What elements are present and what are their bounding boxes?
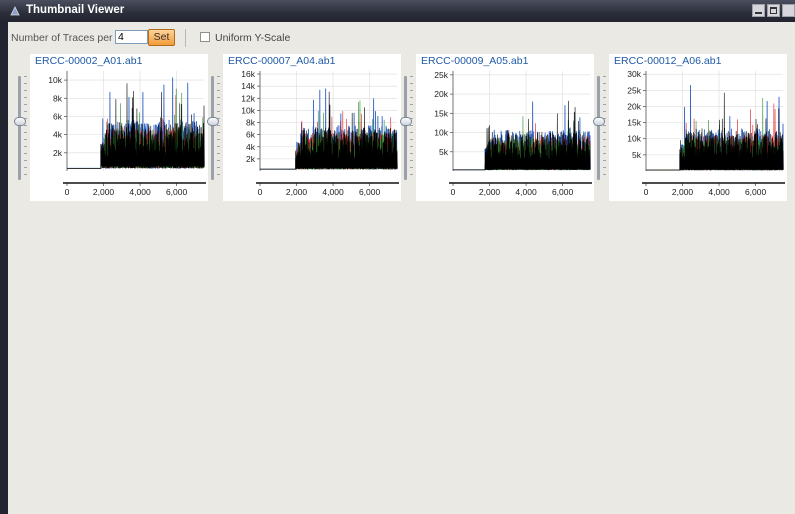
y-tick-label: 30k (627, 69, 641, 79)
slider-thumb[interactable] (400, 117, 412, 126)
app-icon (10, 6, 20, 16)
x-tick-label: 0 (644, 187, 649, 197)
y-tick-label: 12k (241, 93, 255, 103)
trace-line-G (67, 83, 205, 169)
x-tick-label: 2,000 (286, 187, 308, 197)
maximize-icon[interactable] (767, 4, 780, 17)
trace-chart[interactable]: ERCC-00007_A04.ab1 2k 4k 6k 8k 10k 12k 14k 16k 0 2… (223, 54, 401, 201)
y-tick-label: 8k (246, 118, 256, 128)
y-tick-label: 6k (53, 111, 63, 121)
y-tick-label: 14k (241, 81, 255, 91)
trace-chart[interactable]: ERCC-00002_A01.ab1 2k 4k 6k 8k 10k 0 2,000 4,000… (30, 54, 208, 201)
x-tick-label: 2,000 (479, 187, 501, 197)
title-bar: Thumbnail Viewer (0, 0, 795, 22)
y-zoom-slider[interactable] (211, 76, 214, 180)
trace-line-G (453, 100, 591, 171)
slider-thumb[interactable] (593, 117, 605, 126)
y-tick-label: 2k (246, 154, 256, 164)
y-tick-label: 8k (53, 93, 63, 103)
y-tick-label: 20k (434, 89, 448, 99)
set-button[interactable]: Set (148, 29, 175, 46)
trace-chart[interactable]: ERCC-00012_A06.ab1 5k 10k 15k 20k 25k 30k 0 2,00… (609, 54, 787, 201)
window-title: Thumbnail Viewer (26, 4, 125, 16)
x-tick-label: 6,000 (359, 187, 381, 197)
x-tick-label: 0 (65, 187, 70, 197)
uniform-y-scale-label: Uniform Y-Scale (215, 32, 291, 44)
trace-chart[interactable]: ERCC-00009_A05.ab1 5k 10k 15k 20k 25k 0 2,000 4,… (416, 54, 594, 201)
slider-ticks (603, 76, 606, 181)
y-tick-label: 15k (434, 108, 448, 118)
chromatogram-svg: 2k 4k 6k 8k 10k 12k 14k 16k 0 2,000 4,000 6,000 (241, 69, 399, 197)
y-tick-label: 2k (53, 148, 63, 158)
y-tick-label: 10k (48, 75, 62, 85)
x-tick-label: 0 (258, 187, 263, 197)
y-zoom-slider[interactable] (597, 76, 600, 180)
window-left-edge (0, 22, 8, 514)
slider-thumb[interactable] (14, 117, 26, 126)
y-tick-label: 10k (627, 134, 641, 144)
x-tick-label: 0 (451, 187, 456, 197)
uniform-y-scale-checkbox[interactable] (200, 32, 210, 42)
y-zoom-slider[interactable] (18, 76, 21, 180)
y-tick-label: 10k (434, 128, 448, 138)
traces-per-row-input[interactable] (115, 30, 148, 44)
slider-thumb[interactable] (207, 117, 219, 126)
y-tick-label: 20k (627, 101, 641, 111)
chromatogram-svg: 5k 10k 15k 20k 25k 30k 0 2,000 4,000 6,000 (627, 69, 785, 197)
toolbar-separator (185, 29, 186, 47)
x-tick-label: 6,000 (166, 187, 188, 197)
chromatogram-svg: 5k 10k 15k 20k 25k 0 2,000 4,000 6,000 (434, 70, 592, 197)
close-icon[interactable] (782, 4, 795, 17)
toolbar: Number of Traces per Row Set Uniform Y-S… (8, 29, 795, 47)
slider-ticks (410, 76, 413, 181)
x-tick-label: 6,000 (552, 187, 574, 197)
y-tick-label: 4k (53, 130, 63, 140)
x-tick-label: 4,000 (322, 187, 344, 197)
y-tick-label: 10k (241, 105, 255, 115)
x-tick-label: 2,000 (672, 187, 694, 197)
x-tick-label: 6,000 (745, 187, 767, 197)
y-tick-label: 6k (246, 130, 256, 140)
x-tick-label: 2,000 (93, 187, 115, 197)
x-tick-label: 4,000 (515, 187, 537, 197)
slider-ticks (217, 76, 220, 181)
y-tick-label: 16k (241, 69, 255, 79)
slider-ticks (24, 76, 27, 181)
y-tick-label: 4k (246, 142, 256, 152)
y-tick-label: 25k (627, 85, 641, 95)
y-tick-label: 5k (439, 147, 449, 157)
y-tick-label: 15k (627, 118, 641, 128)
x-tick-label: 4,000 (708, 187, 730, 197)
minimize-icon[interactable] (752, 4, 765, 17)
x-tick-label: 4,000 (129, 187, 151, 197)
trace-line-G (260, 91, 398, 170)
y-tick-label: 25k (434, 70, 448, 80)
y-tick-label: 5k (632, 150, 642, 160)
y-zoom-slider[interactable] (404, 76, 407, 180)
chromatogram-svg: 2k 4k 6k 8k 10k 0 2,000 4,000 6,000 (48, 71, 206, 197)
